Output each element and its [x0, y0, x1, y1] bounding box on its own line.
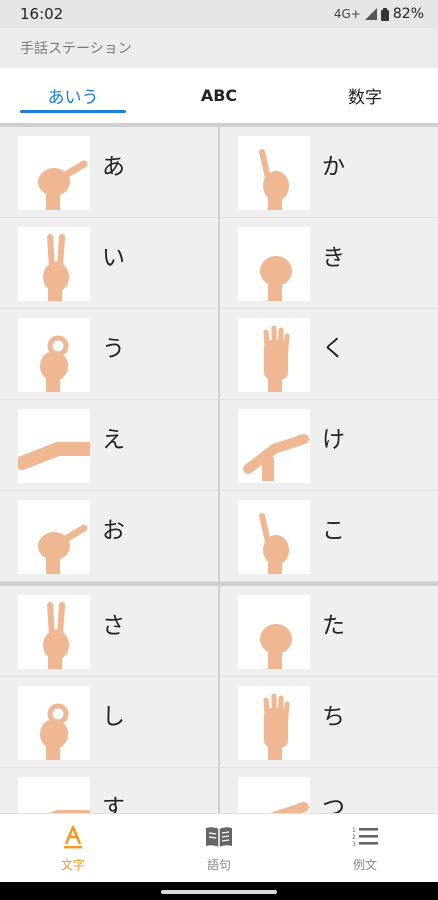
- grid-row: うく: [0, 309, 438, 400]
- sign-card[interactable]: う: [0, 309, 218, 400]
- sign-card[interactable]: す: [0, 768, 218, 813]
- kana-label: う: [102, 336, 125, 362]
- network-type: 4G+: [333, 7, 361, 21]
- sign-card[interactable]: き: [220, 218, 438, 309]
- signal-icon: [364, 8, 377, 20]
- nav-letters-label: 文字: [60, 857, 85, 872]
- bottom-navigation: 文字 語句 1 2 3 例文: [0, 813, 438, 882]
- sign-card[interactable]: え: [0, 400, 218, 491]
- tab-alphabet[interactable]: ABC: [146, 68, 292, 123]
- app-title: 手話ステーション: [20, 41, 132, 57]
- sign-card[interactable]: あ: [0, 127, 218, 218]
- kana-label: く: [322, 336, 345, 362]
- kana-label: き: [322, 245, 345, 271]
- grid-row: いき: [0, 218, 438, 309]
- status-icons: 4G+ 82%: [334, 6, 424, 22]
- kana-label: た: [322, 613, 345, 639]
- kana-label: け: [322, 427, 345, 453]
- letter-a-icon: [58, 824, 88, 850]
- hand-sign-ke-icon: [238, 409, 310, 483]
- hand-sign-i-icon: [18, 227, 90, 301]
- kana-label: す: [102, 795, 125, 813]
- svg-text:3: 3: [352, 841, 356, 848]
- hand-sign-ki-icon: [238, 227, 310, 301]
- status-bar: 16:02 4G+ 82%: [0, 0, 438, 28]
- hand-sign-chi-icon: [238, 686, 310, 760]
- hand-sign-e-icon: [18, 409, 90, 483]
- hand-sign-o-icon: [18, 500, 90, 574]
- hand-sign-ku-icon: [238, 318, 310, 392]
- kana-label: つ: [322, 795, 345, 813]
- hand-sign-sa-icon: [18, 595, 90, 669]
- grid-row: すつ: [0, 768, 438, 813]
- sign-card[interactable]: ち: [220, 677, 438, 768]
- sign-card[interactable]: こ: [220, 491, 438, 582]
- sign-card[interactable]: い: [0, 218, 218, 309]
- nav-examples[interactable]: 1 2 3 例文: [292, 814, 438, 882]
- nav-phrases[interactable]: 語句: [146, 814, 292, 882]
- hand-sign-ta-icon: [238, 595, 310, 669]
- kana-label: か: [322, 154, 345, 180]
- tab-hiragana-label: あいう: [47, 88, 99, 108]
- svg-text:1: 1: [352, 827, 356, 834]
- sign-card[interactable]: し: [0, 677, 218, 768]
- kana-label: さ: [102, 613, 125, 639]
- hand-sign-ko-icon: [238, 500, 310, 574]
- kana-label: あ: [102, 154, 125, 180]
- tab-numbers[interactable]: 数字: [292, 68, 438, 123]
- kana-label: え: [102, 427, 125, 453]
- hand-sign-u-icon: [18, 318, 90, 392]
- hand-sign-shi-icon: [18, 686, 90, 760]
- nav-examples-label: 例文: [352, 857, 377, 872]
- tab-alphabet-label: ABC: [200, 86, 238, 105]
- sign-card[interactable]: く: [220, 309, 438, 400]
- app-bar: 手話ステーション: [0, 28, 438, 68]
- status-time: 16:02: [20, 5, 64, 23]
- hand-sign-a-icon: [18, 136, 90, 210]
- kana-label: お: [102, 518, 125, 544]
- book-icon: [204, 824, 234, 850]
- battery-icon: [380, 7, 389, 21]
- nav-phrases-label: 語句: [206, 857, 231, 872]
- grid-row: おこ: [0, 491, 438, 582]
- sign-card[interactable]: つ: [220, 768, 438, 813]
- tab-hiragana[interactable]: あいう: [0, 68, 146, 123]
- kana-label: い: [102, 245, 125, 271]
- sign-card[interactable]: け: [220, 400, 438, 491]
- grid-row: しち: [0, 677, 438, 768]
- kana-label: ち: [322, 704, 345, 730]
- sign-grid-scroll[interactable]: あかいきうくえけおこさたしちすつ: [0, 123, 438, 813]
- sign-grid: あかいきうくえけおこさたしちすつ: [0, 127, 438, 813]
- hand-sign-tsu-icon: [238, 777, 310, 813]
- grid-row: あか: [0, 127, 438, 218]
- grid-row: さた: [0, 586, 438, 677]
- tab-numbers-label: 数字: [348, 88, 382, 108]
- svg-text:2: 2: [352, 834, 356, 841]
- battery-percent: 82%: [392, 6, 424, 22]
- sign-card[interactable]: お: [0, 491, 218, 582]
- sign-card[interactable]: か: [220, 127, 438, 218]
- kana-label: し: [102, 704, 125, 730]
- tab-bar: あいう ABC 数字: [0, 68, 438, 123]
- tab-active-indicator: [20, 110, 126, 113]
- hand-sign-su-icon: [18, 777, 90, 813]
- kana-label: こ: [322, 518, 345, 544]
- sign-card[interactable]: さ: [0, 586, 218, 677]
- numbered-list-icon: 1 2 3: [350, 824, 380, 850]
- sign-card[interactable]: た: [220, 586, 438, 677]
- system-gesture-bar: [0, 882, 438, 900]
- nav-letters[interactable]: 文字: [0, 814, 146, 882]
- grid-row: えけ: [0, 400, 438, 491]
- hand-sign-ka-icon: [238, 136, 310, 210]
- home-gesture-pill[interactable]: [161, 890, 277, 894]
